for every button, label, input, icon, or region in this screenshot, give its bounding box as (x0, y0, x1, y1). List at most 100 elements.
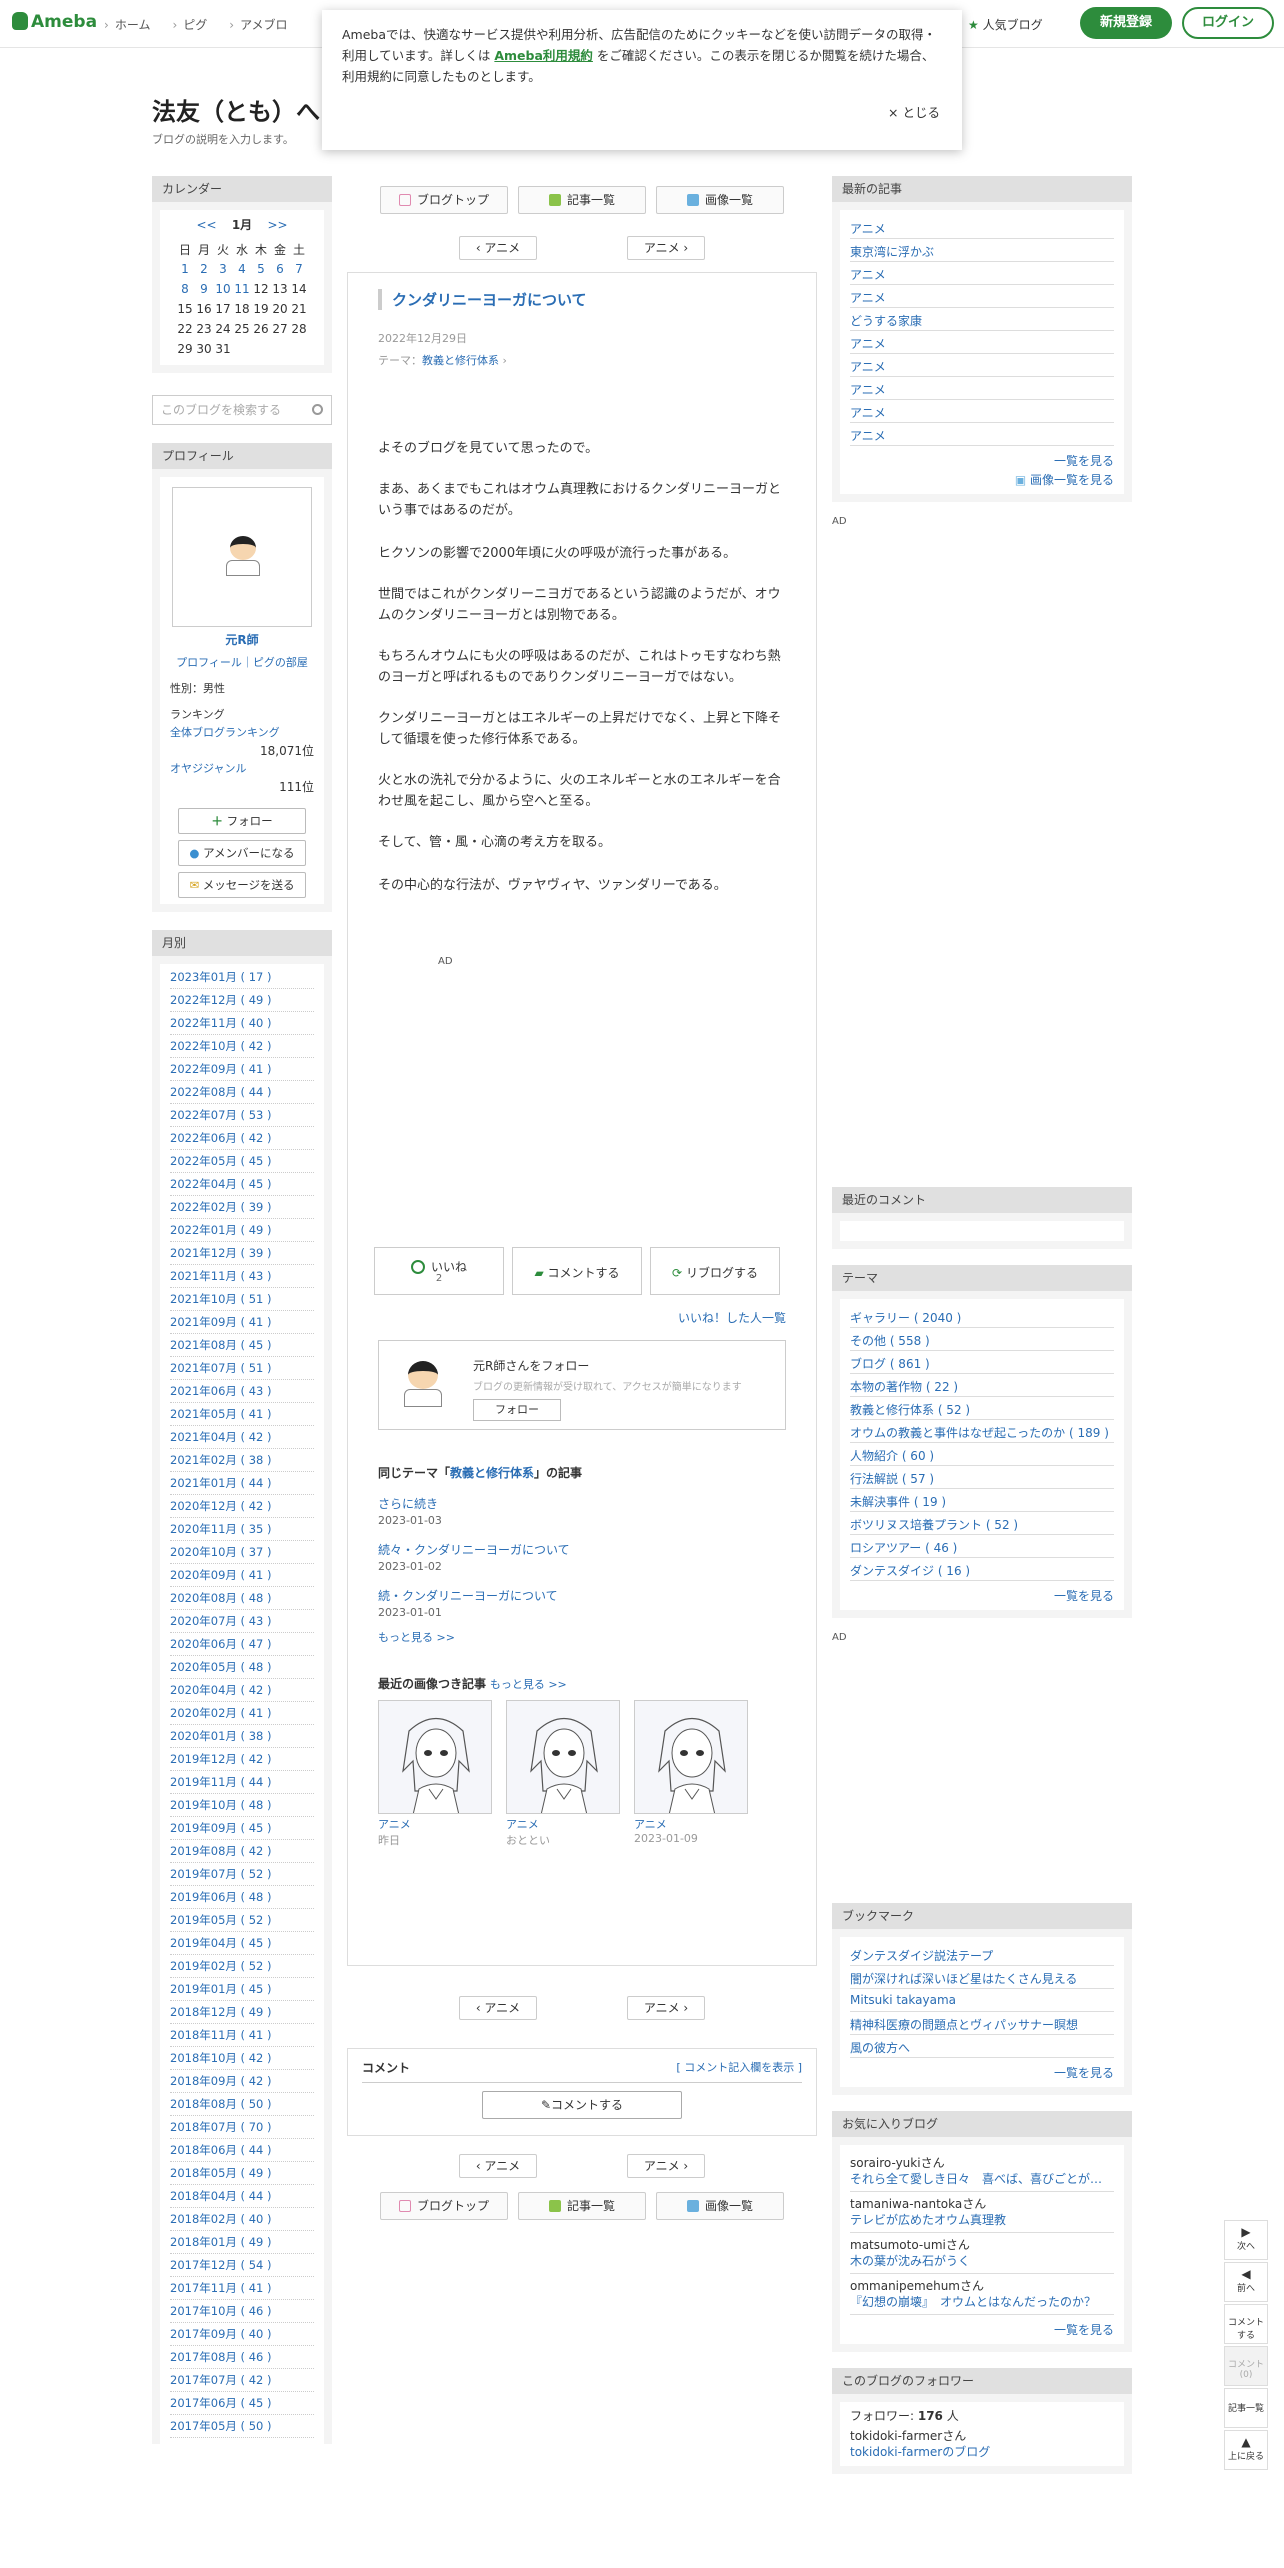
bookmark-link[interactable]: 精神科医療の問題点とヴィパッサナー瞑想 (850, 2018, 1078, 2032)
liked-users-link[interactable]: いいね！した人一覧 (678, 1311, 786, 1325)
monthly-link[interactable]: 2018年09月 ( 42 ) (170, 2074, 271, 2088)
next-article-button-2[interactable]: アニメ › (627, 1996, 705, 2020)
anime-drawing-thumbnail[interactable] (634, 1700, 748, 1814)
image-articles-more[interactable]: もっと見る >> (490, 1678, 567, 1691)
related-theme-link[interactable]: 教義と修行体系 (450, 1466, 534, 1480)
monthly-link[interactable]: 2017年09月 ( 40 ) (170, 2327, 271, 2341)
amember-button[interactable]: ● アメンバーになる (178, 840, 306, 866)
comment-write-button[interactable]: ✎コメントする (482, 2091, 682, 2119)
monthly-link[interactable]: 2022年11月 ( 40 ) (170, 1016, 271, 1030)
theme-link[interactable]: 人物紹介 ( 60 ) (850, 1449, 934, 1463)
recent-article-link[interactable]: アニメ (850, 268, 886, 282)
monthly-link[interactable]: 2021年07月 ( 51 ) (170, 1361, 271, 1375)
image-article-title[interactable]: アニメ (634, 1816, 748, 1832)
image-article-title[interactable]: アニメ (506, 1816, 620, 1832)
monthly-link[interactable]: 2017年10月 ( 46 ) (170, 2304, 271, 2318)
monthly-link[interactable]: 2018年01月 ( 49 ) (170, 2235, 271, 2249)
monthly-link[interactable]: 2017年12月 ( 54 ) (170, 2258, 271, 2272)
monthly-link[interactable]: 2019年08月 ( 42 ) (170, 1844, 271, 1858)
cookie-close-button[interactable]: × とじる (888, 102, 940, 123)
calendar-day-number[interactable]: 4 (238, 262, 246, 276)
favorite-blog-title[interactable]: 『幻想の崩壊』 オウムとはなんだったのか？ (850, 2294, 1114, 2310)
monthly-link[interactable]: 2021年06月 ( 43 ) (170, 1384, 271, 1398)
monthly-link[interactable]: 2021年02月 ( 38 ) (170, 1453, 271, 1467)
monthly-link[interactable]: 2020年07月 ( 43 ) (170, 1614, 271, 1628)
monthly-link[interactable]: 2018年08月 ( 50 ) (170, 2097, 271, 2111)
monthly-link[interactable]: 2023年01月 ( 17 ) (170, 970, 271, 984)
monthly-link[interactable]: 2020年12月 ( 42 ) (170, 1499, 271, 1513)
monthly-link[interactable]: 2017年11月 ( 41 ) (170, 2281, 271, 2295)
blog-title[interactable]: 法友（とも）へ (152, 92, 320, 127)
bookmark-link[interactable]: ダンテスダイジ説法テープ (850, 1949, 993, 1963)
monthly-link[interactable]: 2019年10月 ( 48 ) (170, 1798, 271, 1812)
bookmark-link[interactable]: 闇が深ければ深いほど星はたくさん見える (850, 1972, 1077, 1986)
monthly-link[interactable]: 2018年04月 ( 44 ) (170, 2189, 271, 2203)
blog-top-tab-2[interactable]: ブログトップ (380, 2192, 508, 2220)
theme-link[interactable]: ボツリヌス培養プラント ( 52 ) (850, 1518, 1018, 1532)
like-button[interactable]: いいね 2 (374, 1247, 504, 1295)
image-article-title[interactable]: アニメ (378, 1816, 492, 1832)
next-article-button-3[interactable]: アニメ › (627, 2154, 705, 2178)
image-list-tab[interactable]: 画像一覧 (656, 186, 784, 214)
comment-button[interactable]: ▰ コメントする (512, 1247, 642, 1295)
theme-link[interactable]: 行法解説 ( 57 ) (850, 1472, 934, 1486)
calendar-next[interactable]: >> (267, 218, 287, 232)
floating-list-button[interactable]: 記事一覧 (1224, 2388, 1268, 2428)
nav-pigg[interactable]: ピグ (172, 18, 207, 32)
prev-article-button[interactable]: ‹ アニメ (459, 236, 537, 260)
image-list-link[interactable]: 画像一覧を見る (1030, 473, 1114, 487)
calendar-day-number[interactable]: 11 (234, 282, 249, 296)
article-list-tab-2[interactable]: 記事一覧 (518, 2192, 646, 2220)
theme-link[interactable]: ロシアツアー ( 46 ) (850, 1541, 957, 1555)
theme-link[interactable]: 未解決事件 ( 19 ) (850, 1495, 946, 1509)
monthly-link[interactable]: 2020年08月 ( 48 ) (170, 1591, 271, 1605)
profile-avatar[interactable] (172, 487, 312, 627)
monthly-link[interactable]: 2020年05月 ( 48 ) (170, 1660, 271, 1674)
monthly-link[interactable]: 2022年08月 ( 44 ) (170, 1085, 271, 1099)
profile-links[interactable]: プロフィール｜ピグの部屋 (176, 656, 308, 669)
recent-more-link[interactable]: 一覧を見る (1054, 454, 1114, 468)
monthly-link[interactable]: 2017年07月 ( 42 ) (170, 2373, 271, 2387)
recent-article-link[interactable]: アニメ (850, 429, 886, 443)
monthly-link[interactable]: 2022年01月 ( 49 ) (170, 1223, 271, 1237)
monthly-link[interactable]: 2018年07月 ( 70 ) (170, 2120, 271, 2134)
monthly-link[interactable]: 2020年01月 ( 38 ) (170, 1729, 271, 1743)
monthly-link[interactable]: 2020年04月 ( 42 ) (170, 1683, 271, 1697)
theme-link[interactable]: ダンテスダイジ ( 16 ) (850, 1564, 970, 1578)
ameba-logo[interactable]: Ameba (12, 12, 97, 32)
monthly-link[interactable]: 2019年05月 ( 52 ) (170, 1913, 271, 1927)
follower-blog-link[interactable]: tokidoki-farmerのブログ (850, 2445, 990, 2459)
article-title[interactable]: クンダリニーヨーガについて (378, 289, 786, 310)
prev-article-button-3[interactable]: ‹ アニメ (459, 2154, 537, 2178)
terms-link[interactable]: Ameba利用規約 (494, 48, 593, 63)
monthly-link[interactable]: 2021年08月 ( 45 ) (170, 1338, 271, 1352)
follow-button[interactable]: ＋ フォロー (178, 808, 306, 834)
monthly-link[interactable]: 2019年12月 ( 42 ) (170, 1752, 271, 1766)
image-list-tab-2[interactable]: 画像一覧 (656, 2192, 784, 2220)
prev-article-button-2[interactable]: ‹ アニメ (459, 1996, 537, 2020)
monthly-link[interactable]: 2019年09月 ( 45 ) (170, 1821, 271, 1835)
recent-article-link[interactable]: アニメ (850, 360, 886, 374)
article-theme-link[interactable]: 教義と修行体系 (422, 354, 499, 367)
nav-home[interactable]: ホーム (104, 18, 150, 32)
monthly-link[interactable]: 2018年05月 ( 49 ) (170, 2166, 271, 2180)
calendar-day-number[interactable]: 7 (295, 262, 303, 276)
favorite-blog-title[interactable]: 木の葉が沈み石がうく (850, 2253, 1114, 2269)
recent-article-link[interactable]: アニメ (850, 337, 886, 351)
register-button[interactable]: 新規登録 (1080, 7, 1172, 39)
floating-prev-button[interactable]: ◀ 前へ (1224, 2262, 1268, 2302)
theme-link[interactable]: 教義と修行体系 ( 52 ) (850, 1403, 970, 1417)
image-article[interactable]: アニメ 昨日 (378, 1700, 492, 1848)
recent-article-link[interactable]: 東京湾に浮かぶ (850, 245, 934, 259)
monthly-link[interactable]: 2021年09月 ( 41 ) (170, 1315, 271, 1329)
monthly-link[interactable]: 2020年11月 ( 35 ) (170, 1522, 271, 1536)
floating-top-button[interactable]: ▲ 上に戻る (1224, 2430, 1268, 2470)
monthly-link[interactable]: 2022年12月 ( 49 ) (170, 993, 271, 1007)
reblog-button[interactable]: ⟳ リブログする (650, 1247, 780, 1295)
monthly-link[interactable]: 2021年04月 ( 42 ) (170, 1430, 271, 1444)
message-button[interactable]: ✉ メッセージを送る (178, 872, 306, 898)
theme-link[interactable]: 本物の著作物 ( 22 ) (850, 1380, 958, 1394)
related-item-link[interactable]: 続・クンダリニーヨーガについて (378, 1589, 558, 1603)
theme-link[interactable]: ギャラリー ( 2040 ) (850, 1311, 961, 1325)
blog-top-tab[interactable]: ブログトップ (380, 186, 508, 214)
